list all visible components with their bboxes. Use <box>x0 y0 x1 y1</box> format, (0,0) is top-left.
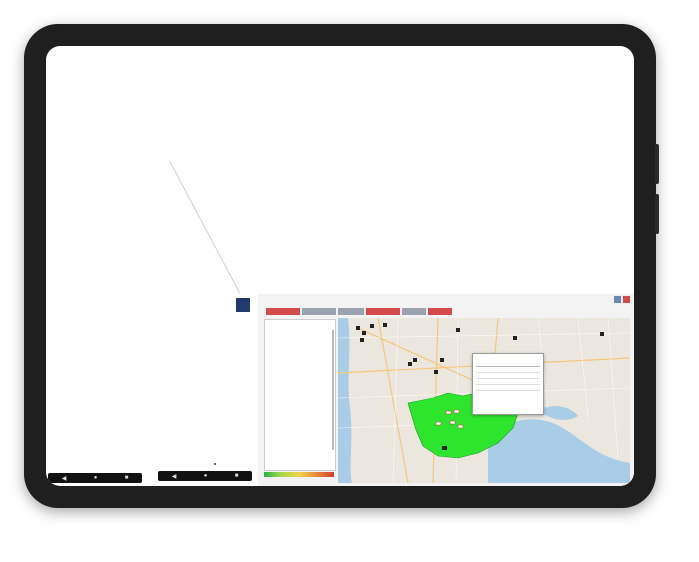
marker-icon <box>362 331 366 335</box>
volume-down-button <box>655 194 659 234</box>
info-popup <box>472 353 544 415</box>
sidebar-scrollbar[interactable] <box>332 330 334 450</box>
marker-icon <box>408 362 412 366</box>
layer-list <box>265 322 335 441</box>
popup-title <box>473 354 543 358</box>
tab-5[interactable] <box>402 308 426 315</box>
home-icon[interactable]: ● <box>204 473 208 479</box>
layer-item[interactable] <box>265 437 335 441</box>
taskbar-right[interactable]: ◀ ● ■ <box>158 471 252 481</box>
close-icon[interactable] <box>623 296 630 303</box>
back-icon[interactable]: ◀ <box>62 475 67 482</box>
marker-icon <box>600 332 604 336</box>
tablet-screen: ◀ ● ■ ◀ ● ■ <box>46 46 634 486</box>
marker-icon <box>456 328 460 332</box>
recents-icon[interactable]: ■ <box>235 473 239 479</box>
divider-line <box>169 160 241 294</box>
marker-icon <box>413 358 417 362</box>
home-icon[interactable]: ● <box>94 475 98 481</box>
taskbar-left[interactable]: ◀ ● ■ <box>48 473 142 483</box>
top-tab-bar <box>266 308 452 315</box>
marker-icon <box>440 358 444 362</box>
marker-icon <box>513 336 517 340</box>
tab-3[interactable] <box>338 308 364 315</box>
window-controls <box>614 296 630 303</box>
tab-4[interactable] <box>366 308 400 315</box>
marker-icon <box>442 446 447 450</box>
flag-icon[interactable] <box>614 296 621 303</box>
blue-swatch <box>236 298 250 312</box>
marker-icon <box>383 323 387 327</box>
map-app <box>258 294 634 486</box>
cursor-dot <box>214 463 216 465</box>
tablet-frame: ◀ ● ■ ◀ ● ■ <box>24 24 659 508</box>
recents-icon[interactable]: ■ <box>125 475 129 481</box>
marker-icon <box>360 338 364 342</box>
tab-6[interactable] <box>428 308 452 315</box>
popup-row <box>476 385 540 391</box>
tab-1[interactable] <box>266 308 300 315</box>
marker-icon <box>370 324 374 328</box>
volume-up-button <box>655 144 659 184</box>
marker-icon <box>434 370 438 374</box>
back-icon[interactable]: ◀ <box>172 473 177 480</box>
tab-2[interactable] <box>302 308 336 315</box>
marker-icon <box>356 326 360 330</box>
map-view[interactable] <box>338 318 630 483</box>
layer-sidebar <box>264 319 336 471</box>
color-legend <box>264 472 334 477</box>
